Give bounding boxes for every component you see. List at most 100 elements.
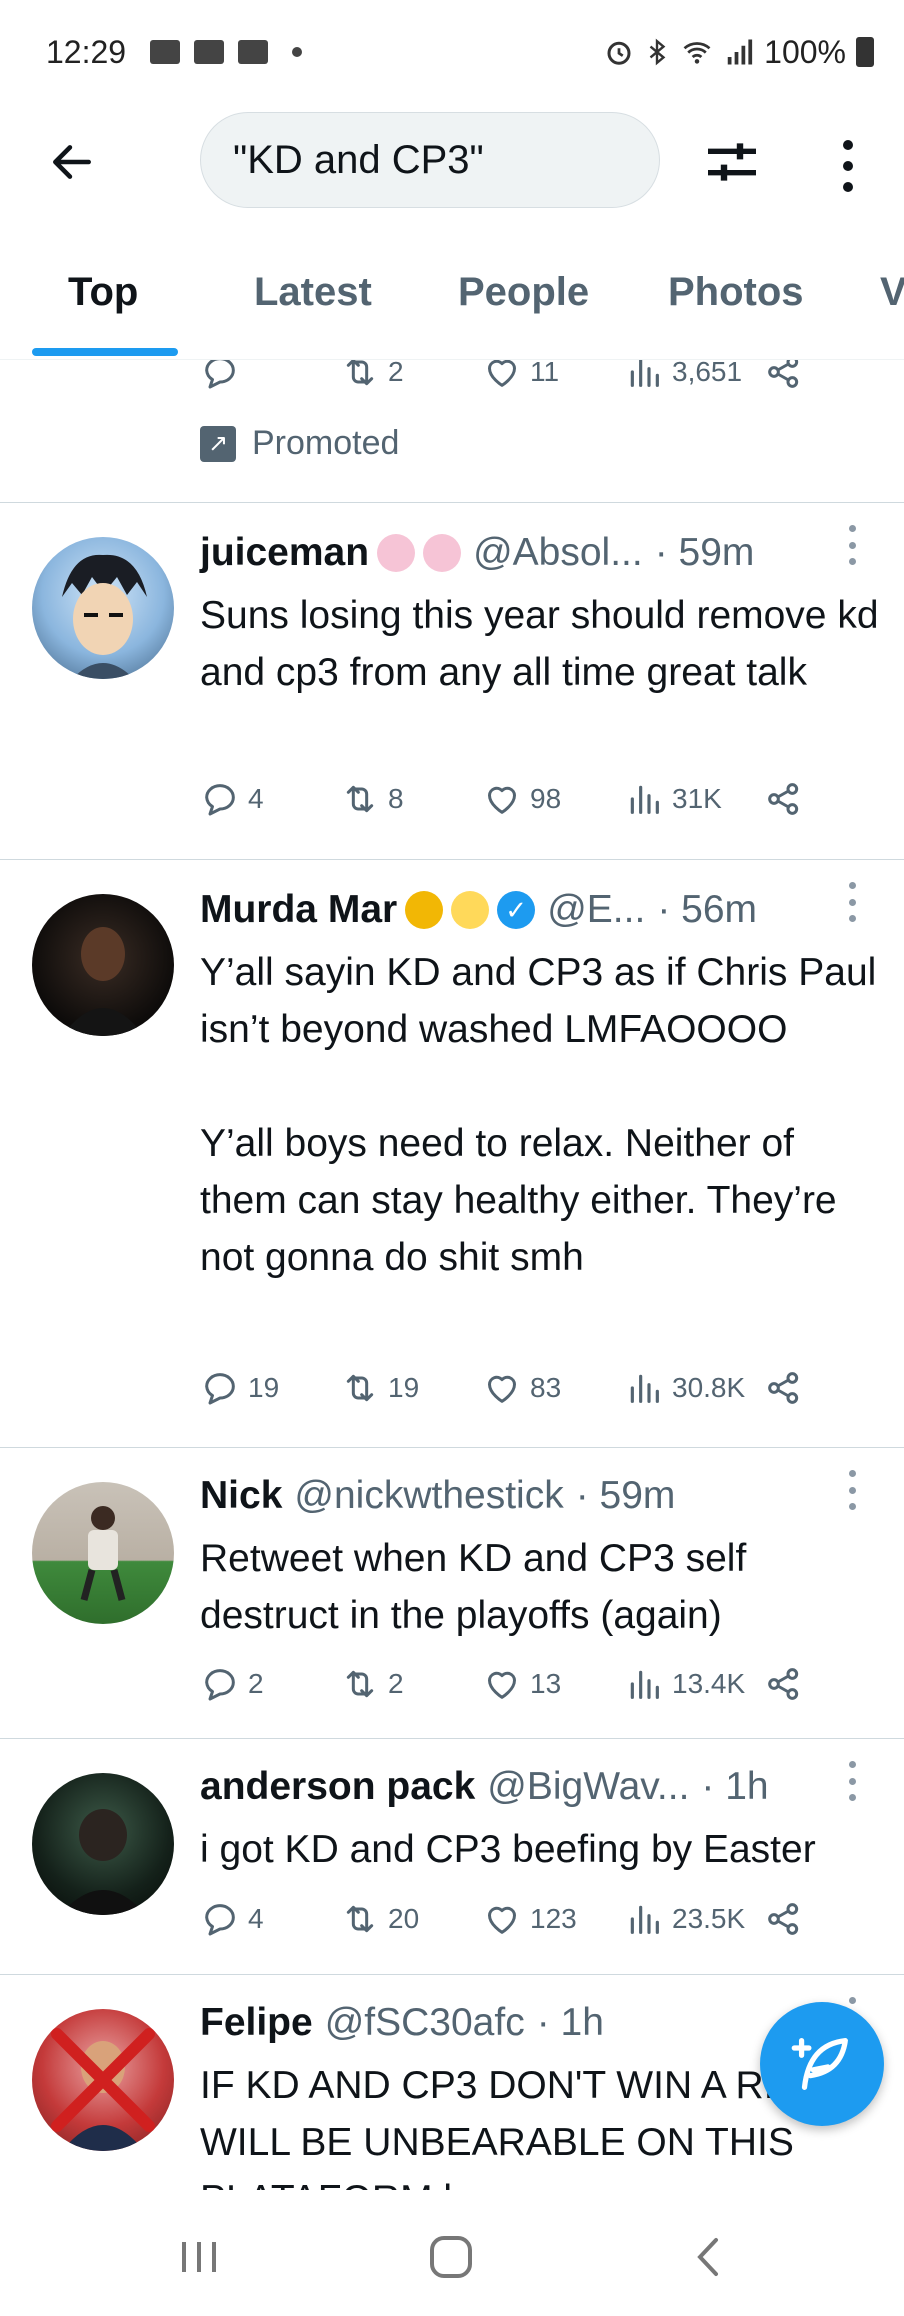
- tweet-more-button[interactable]: [844, 1761, 860, 1801]
- views-button[interactable]: 3,651: [624, 360, 742, 392]
- more-options-button[interactable]: [820, 134, 876, 198]
- like-button[interactable]: 13: [482, 1664, 561, 1704]
- share-button[interactable]: [764, 779, 804, 819]
- like-button[interactable]: 11: [482, 360, 559, 392]
- recent-apps-button[interactable]: [170, 2232, 230, 2282]
- like-button[interactable]: 98: [482, 779, 561, 819]
- like-count: 11: [530, 360, 560, 387]
- bluetooth-icon: [649, 38, 666, 66]
- views-bar-chart-icon: [630, 1905, 659, 1934]
- share-button[interactable]: [764, 1368, 804, 1408]
- like-button[interactable]: 83: [482, 1368, 561, 1408]
- search-header: "KD and CP3": [0, 104, 904, 220]
- share-button[interactable]: [764, 1899, 804, 1939]
- reply-button[interactable]: 4: [200, 779, 264, 819]
- author-handle[interactable]: @fSC30afc: [325, 2001, 525, 2045]
- reply-button[interactable]: 4: [200, 1899, 264, 1939]
- author-name[interactable]: Murda Mar: [200, 888, 397, 932]
- views-bar-chart-icon: [630, 1670, 659, 1699]
- active-tab-indicator: [32, 348, 178, 356]
- promoted-tweet-actions: 2 11 3,651: [200, 360, 820, 392]
- tweet-actions: 4 20 123 23.5K: [200, 1899, 840, 1949]
- author-handle[interactable]: @Absol...: [473, 531, 643, 575]
- system-back-button[interactable]: [680, 2232, 740, 2282]
- home-button[interactable]: [422, 2232, 482, 2282]
- system-navigation-bar: [0, 2196, 904, 2316]
- tab-videos[interactable]: V: [880, 270, 904, 315]
- compose-tweet-button[interactable]: [760, 2002, 884, 2126]
- views-button[interactable]: 13.4K: [624, 1664, 745, 1704]
- tweet-time[interactable]: · 1h: [701, 1765, 768, 1809]
- retweet-button[interactable]: 20: [340, 1899, 419, 1939]
- author-handle[interactable]: @nickwthestick: [294, 1474, 563, 1518]
- tab-people[interactable]: People: [458, 270, 589, 315]
- share-icon: [768, 783, 799, 815]
- avatar[interactable]: [32, 1482, 174, 1624]
- views-button[interactable]: 23.5K: [624, 1899, 745, 1939]
- tweet-actions: 2 2 13 13.4K: [200, 1664, 840, 1714]
- dot-icon: [848, 1486, 856, 1494]
- back-arrow-icon: [53, 145, 91, 179]
- search-results-feed[interactable]: 2 11 3,651 ↗ Promoted juiceman @Absol...…: [0, 360, 904, 2190]
- promoted-arrow-icon: ↗: [200, 425, 236, 462]
- status-time: 12:29: [46, 33, 127, 70]
- tweet-time[interactable]: · 56m: [657, 888, 757, 932]
- tweet-time[interactable]: · 59m: [655, 531, 755, 575]
- tweet-text: Retweet when KD and CP3 self destruct in…: [200, 1537, 747, 1637]
- like-button[interactable]: 123: [482, 1899, 577, 1939]
- tweet-card[interactable]: Murda Mar ✓ @E... · 56m Y’all sayin KD a…: [0, 860, 904, 1447]
- views-bar-chart-icon: [630, 1374, 659, 1403]
- retweet-count: 2: [388, 360, 404, 387]
- author-handle[interactable]: @E...: [547, 888, 645, 932]
- reply-button[interactable]: 19: [200, 1368, 279, 1408]
- search-input[interactable]: "KD and CP3": [200, 112, 660, 208]
- like-count: 83: [530, 1372, 562, 1403]
- avatar[interactable]: [32, 894, 174, 1036]
- alarm-icon: [607, 41, 631, 65]
- tweet-text: Suns losing this year should remove kd a…: [200, 594, 879, 694]
- tab-photos[interactable]: Photos: [668, 270, 804, 315]
- back-button[interactable]: [42, 132, 102, 192]
- reply-icon: [205, 1373, 235, 1405]
- views-button[interactable]: 31K: [624, 779, 722, 819]
- reply-button[interactable]: 2: [200, 1664, 264, 1704]
- tab-top[interactable]: Top: [68, 270, 138, 315]
- sliders-icon: [708, 143, 756, 181]
- tweet-more-button[interactable]: [844, 1470, 860, 1510]
- reply-icon: [205, 360, 235, 389]
- retweet-button[interactable]: 2: [340, 360, 404, 392]
- sunflower-emoji-icon: [405, 891, 444, 929]
- tweet-card[interactable]: anderson pack @BigWav... · 1h i got KD a…: [0, 1739, 904, 1974]
- like-count: 13: [530, 1668, 562, 1699]
- heart-icon: [488, 1671, 516, 1699]
- search-query: "KD and CP3": [233, 137, 484, 182]
- author-name[interactable]: anderson pack: [200, 1765, 475, 1809]
- author-handle[interactable]: @BigWav...: [487, 1765, 689, 1809]
- person-avatar-art: [62, 927, 144, 1036]
- avatar[interactable]: [32, 1773, 174, 1915]
- views-count: 31K: [672, 783, 722, 814]
- author-name[interactable]: Nick: [200, 1474, 282, 1518]
- author-name[interactable]: Felipe: [200, 2001, 313, 2045]
- tab-latest[interactable]: Latest: [254, 270, 372, 315]
- status-right: 100%: [604, 34, 874, 71]
- retweet-button[interactable]: 19: [340, 1368, 419, 1408]
- author-name[interactable]: juiceman: [200, 531, 369, 575]
- retweet-button[interactable]: 8: [340, 779, 404, 819]
- search-filters-button[interactable]: [700, 130, 764, 194]
- views-button[interactable]: 30.8K: [624, 1368, 745, 1408]
- dot-icon: [848, 1470, 856, 1477]
- tweet-card[interactable]: juiceman @Absol... · 59m Suns losing thi…: [0, 503, 904, 859]
- share-button[interactable]: [764, 1664, 804, 1704]
- retweet-button[interactable]: 2: [340, 1664, 404, 1704]
- reply-button[interactable]: [200, 360, 240, 392]
- tweet-more-button[interactable]: [844, 525, 860, 565]
- dot-icon: [848, 915, 856, 922]
- avatar[interactable]: [32, 537, 174, 679]
- share-button[interactable]: [764, 360, 804, 392]
- tweet-time[interactable]: · 59m: [576, 1474, 676, 1518]
- tweet-more-button[interactable]: [844, 882, 860, 922]
- tweet-card[interactable]: Nick @nickwthestick · 59m Retweet when K…: [0, 1448, 904, 1738]
- avatar[interactable]: [32, 2009, 174, 2151]
- tweet-time[interactable]: · 1h: [537, 2001, 604, 2045]
